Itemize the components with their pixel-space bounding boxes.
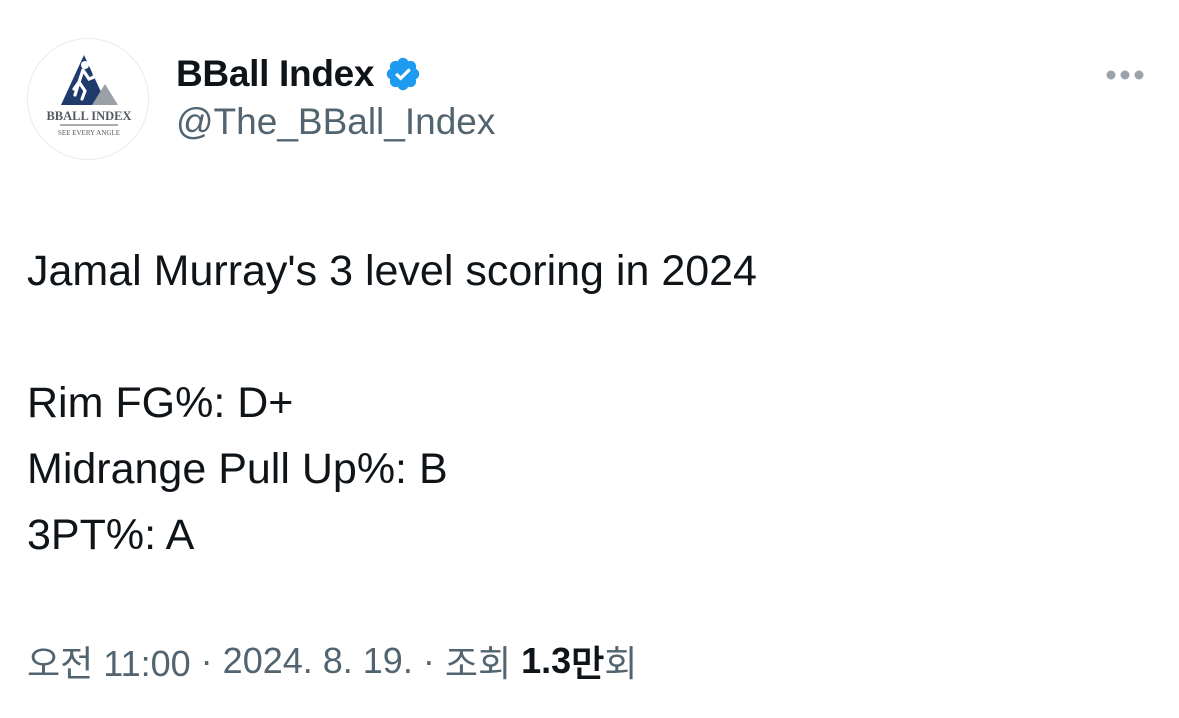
verified-badge-icon[interactable] — [384, 55, 422, 93]
tweet-date[interactable]: 2024. 8. 19. — [223, 640, 413, 682]
meta-separator: · — [422, 640, 435, 681]
avatar-logo-text: BBALL INDEX — [46, 109, 131, 123]
tweet-line-midrange: Midrange Pull Up%: B — [27, 445, 448, 493]
avatar-tagline: SEE EVERY ANGLE — [58, 129, 120, 137]
author-name-row: BBall Index — [176, 51, 422, 97]
views-unit: 만 — [571, 643, 605, 684]
tweet-time[interactable]: 오전 11:00 — [27, 635, 191, 687]
views-label: 조회 — [444, 643, 512, 684]
tweet-line-3pt: 3PT%: A — [27, 511, 195, 559]
meta-separator: · — [200, 640, 213, 681]
tweet-line-rim: Rim FG%: D+ — [27, 379, 294, 427]
bball-index-logo: BBALL INDEX SEE EVERY ANGLE — [46, 55, 132, 137]
more-horizontal-icon[interactable] — [1098, 58, 1152, 92]
avatar[interactable]: BBALL INDEX SEE EVERY ANGLE — [27, 38, 149, 160]
views-suffix: 회 — [604, 643, 638, 684]
tweet-meta: 오전 11:00 · 2024. 8. 19. · 조회 1.3 만 회 — [27, 636, 637, 686]
views-count[interactable]: 1.3 — [521, 640, 571, 682]
tweet-text: Jamal Murray's 3 level scoring in 2024 R… — [27, 238, 1147, 568]
author-handle[interactable]: @The_BBall_Index — [176, 101, 495, 143]
author-display-name[interactable]: BBall Index — [176, 53, 375, 95]
tweet-line-title: Jamal Murray's 3 level scoring in 2024 — [27, 247, 757, 295]
